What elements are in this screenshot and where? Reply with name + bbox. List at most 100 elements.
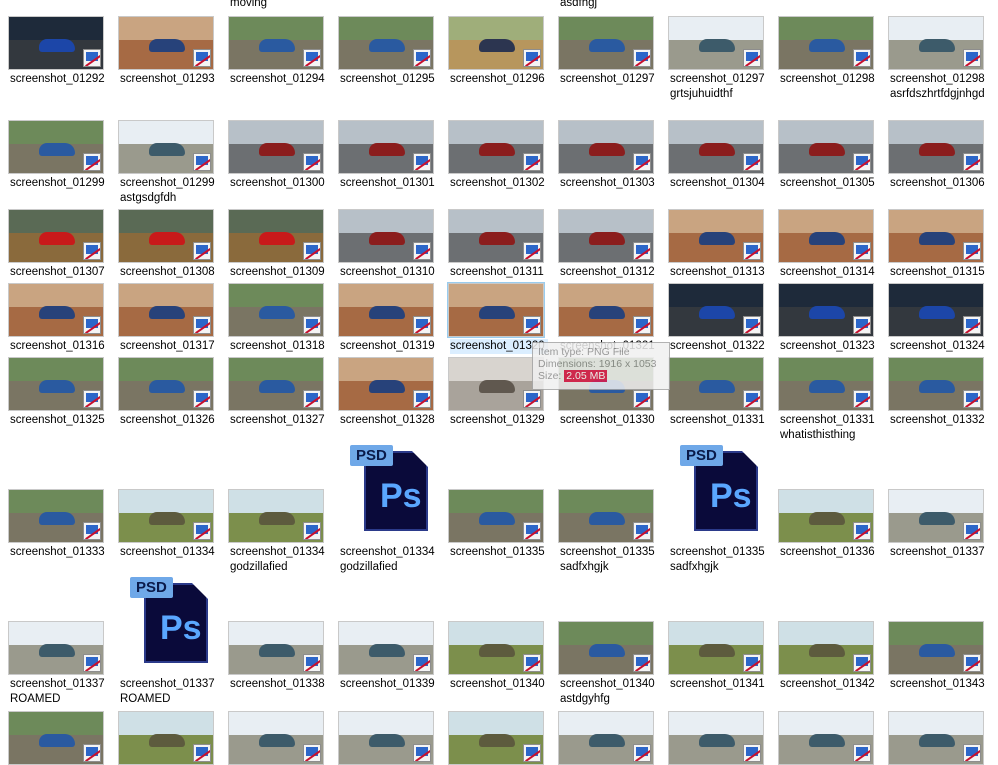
car-shape — [919, 38, 955, 53]
image-file-icon — [633, 49, 651, 67]
image-thumbnail — [448, 489, 544, 543]
file-name-label: screenshot_01325 — [10, 414, 105, 426]
file-name-label: screenshot_01303 — [560, 177, 655, 189]
image-file-icon — [193, 744, 211, 762]
car-shape — [259, 733, 295, 748]
image-thumbnail — [118, 357, 214, 411]
car-shape — [699, 305, 735, 320]
image-file-icon — [193, 316, 211, 334]
car-shape — [699, 643, 735, 658]
car-shape — [589, 305, 625, 320]
image-file-icon — [303, 316, 321, 334]
car-shape — [149, 142, 185, 157]
file-name-label: screenshot_01302 — [450, 177, 545, 189]
car-shape — [919, 142, 955, 157]
image-thumbnail — [668, 16, 764, 70]
image-thumbnail — [778, 283, 874, 337]
image-thumbnail — [448, 621, 544, 675]
car-shape — [149, 511, 185, 526]
file-name-label: screenshot_01318 — [230, 340, 325, 352]
image-file-icon — [193, 153, 211, 171]
file-name-label: screenshot_01316 — [10, 340, 105, 352]
car-shape — [369, 305, 405, 320]
image-thumbnail — [778, 209, 874, 263]
file-name-label: screenshot_01304 — [670, 177, 765, 189]
image-thumbnail — [558, 16, 654, 70]
file-name-label: screenshot_01331 — [670, 414, 765, 426]
image-thumbnail — [8, 357, 104, 411]
image-file-icon — [853, 316, 871, 334]
image-thumbnail — [558, 621, 654, 675]
car-shape — [259, 643, 295, 658]
car-shape — [369, 379, 405, 394]
file-name-label: screenshot_01311 — [450, 266, 544, 278]
image-file-icon — [83, 522, 101, 540]
image-thumbnail — [8, 621, 104, 675]
image-file-icon — [963, 522, 981, 540]
image-thumbnail — [228, 283, 324, 337]
tooltip-dimensions: Dimensions: 1916 x 1053 — [538, 358, 657, 370]
image-file-icon — [743, 390, 761, 408]
image-thumbnail — [888, 283, 984, 337]
image-thumbnail — [338, 120, 434, 174]
car-shape — [589, 38, 625, 53]
image-file-icon — [413, 316, 431, 334]
file-name-label: screenshot_01342 — [780, 678, 875, 690]
file-name-label: screenshot_01327 — [230, 414, 325, 426]
image-thumbnail — [668, 357, 764, 411]
car-shape — [39, 379, 75, 394]
file-name-label: screenshot_01299 astgsdgfdh — [120, 177, 215, 204]
image-thumbnail — [778, 489, 874, 543]
file-name-label: screenshot_01315 — [890, 266, 985, 278]
image-file-icon — [303, 242, 321, 260]
image-thumbnail — [338, 283, 434, 337]
car-shape — [699, 231, 735, 246]
file-name-label: screenshot_01329 — [450, 414, 545, 426]
image-file-icon — [633, 316, 651, 334]
file-name-label: screenshot_01313 — [670, 266, 765, 278]
tooltip-item-type: Item type: PNG File — [538, 346, 630, 358]
image-file-icon — [523, 316, 541, 334]
file-name-label: screenshot_01296 — [450, 73, 545, 85]
file-name-label: screenshot_01322 — [670, 340, 765, 352]
image-thumbnail — [118, 16, 214, 70]
image-file-icon — [853, 522, 871, 540]
car-shape — [809, 231, 845, 246]
image-thumbnail — [888, 16, 984, 70]
file-name-label: screenshot_01343 — [890, 678, 985, 690]
file-name-label: screenshot_01335 — [450, 546, 545, 558]
file-name-label: screenshot_01339 — [340, 678, 435, 690]
image-file-icon — [963, 49, 981, 67]
image-file-icon — [413, 153, 431, 171]
image-file-icon — [633, 242, 651, 260]
car-shape — [149, 231, 185, 246]
image-file-icon — [193, 390, 211, 408]
car-shape — [479, 379, 515, 394]
image-thumbnail — [668, 621, 764, 675]
image-file-icon — [853, 49, 871, 67]
car-shape — [809, 733, 845, 748]
car-shape — [479, 231, 515, 246]
image-thumbnail — [228, 209, 324, 263]
photoshop-file-icon: PSD Ps — [680, 445, 764, 531]
file-name-label: screenshot_01333 — [10, 546, 105, 558]
image-file-icon — [413, 49, 431, 67]
image-file-icon — [303, 49, 321, 67]
car-shape — [149, 733, 185, 748]
file-name-label: screenshot_01310 — [340, 266, 435, 278]
file-name-label: screenshot_01295 — [340, 73, 435, 85]
image-file-icon — [193, 522, 211, 540]
car-shape — [919, 643, 955, 658]
image-file-icon — [963, 153, 981, 171]
car-shape — [369, 142, 405, 157]
file-name-label: screenshot_01300 — [230, 177, 325, 189]
file-name-label: screenshot_01297 grtsjuhuidthf — [670, 73, 765, 100]
image-thumbnail — [8, 711, 104, 765]
file-name-label: screenshot_01334 godzillafied — [230, 546, 325, 573]
car-shape — [39, 231, 75, 246]
car-shape — [809, 379, 845, 394]
file-name-label: screenshot_01298 asrfdszhrtfdgjnhgd — [890, 73, 985, 100]
file-name-label: screenshot_01301 — [340, 177, 435, 189]
image-thumbnail — [448, 120, 544, 174]
car-shape — [369, 231, 405, 246]
